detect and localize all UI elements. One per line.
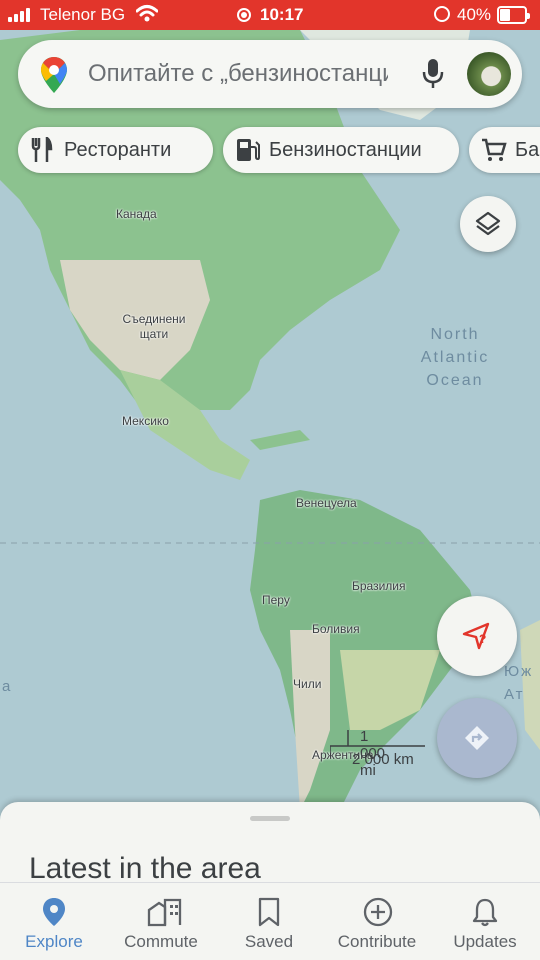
- location-unknown-icon: ?: [462, 622, 490, 650]
- chip-label: Ресторанти: [64, 139, 172, 161]
- bottom-nav: Explore Commute Saved Contribute Updates: [0, 882, 540, 960]
- commute-icon: [147, 898, 182, 927]
- scale-km: 2 000 km: [352, 751, 414, 768]
- explore-pin-icon: [43, 898, 65, 926]
- avatar[interactable]: [467, 52, 511, 96]
- sheet-handle[interactable]: [250, 816, 290, 821]
- nav-commute[interactable]: Commute: [107, 883, 215, 960]
- layers-icon: [475, 211, 501, 236]
- chip-restaurants[interactable]: Ресторанти: [18, 127, 213, 173]
- shopping-cart-icon: [482, 138, 507, 161]
- search-bar[interactable]: Опитайте с „бензиностанции“: [18, 40, 522, 108]
- battery-percent: 40%: [457, 5, 492, 24]
- nav-explore[interactable]: Explore: [0, 883, 108, 960]
- svg-text:?: ?: [479, 632, 486, 646]
- status-bar: Telenor BG 10:17 40%: [0, 0, 540, 30]
- nav-label: Contribute: [337, 932, 417, 951]
- sheet-title: Latest in the area: [29, 852, 261, 885]
- nav-contribute[interactable]: Contribute: [323, 883, 431, 960]
- nav-label: Updates: [453, 932, 517, 951]
- chip-label: Ба: [515, 139, 540, 161]
- gas-station-icon: [237, 139, 260, 161]
- status-time: 10:17: [260, 5, 304, 24]
- map-label-chile: Чили: [293, 677, 322, 691]
- carrier-name: Telenor BG: [40, 5, 126, 24]
- rotation-lock-icon: [434, 6, 450, 22]
- map-label-edge-right: Юж Ат: [504, 663, 534, 703]
- map-label-peru: Перу: [262, 593, 290, 607]
- screen-record-icon: [237, 8, 251, 22]
- map-label-venezuela: Венецуела: [296, 496, 357, 510]
- bookmark-icon: [258, 897, 280, 927]
- chip-shopping[interactable]: Ба: [469, 127, 540, 173]
- chip-gas-stations[interactable]: Бензиностанции: [223, 127, 459, 173]
- directions-button[interactable]: [437, 698, 517, 778]
- nav-label: Explore: [25, 932, 83, 951]
- map-label-usa: Съединени щати: [122, 312, 186, 341]
- layers-button[interactable]: [460, 196, 516, 252]
- nav-saved[interactable]: Saved: [215, 883, 323, 960]
- nav-updates[interactable]: Updates: [431, 883, 539, 960]
- nav-label: Saved: [244, 932, 294, 951]
- directions-icon: [465, 726, 489, 750]
- add-circle-icon: [363, 897, 393, 927]
- nav-label: Commute: [124, 932, 198, 951]
- maps-screen: Telenor BG 10:17 40% Канада Съединени ща…: [0, 0, 540, 960]
- maps-logo-icon: [41, 57, 67, 93]
- restaurant-icon: [31, 137, 53, 162]
- map-label-mexico: Мексико: [122, 414, 169, 428]
- map-label-canada: Канада: [116, 207, 157, 221]
- battery-icon: [497, 6, 530, 24]
- bell-icon: [472, 898, 498, 927]
- my-location-button[interactable]: ?: [437, 596, 517, 676]
- map-label-edge-left: a: [2, 678, 13, 695]
- search-input[interactable]: Опитайте с „бензиностанции“: [88, 60, 388, 88]
- chip-label: Бензиностанции: [269, 139, 422, 161]
- map-label-bolivia: Боливия: [312, 622, 360, 636]
- signal-icon: [8, 8, 34, 22]
- wifi-icon: [136, 5, 158, 22]
- map-label-brazil: Бразилия: [352, 579, 406, 593]
- mic-icon[interactable]: [422, 58, 444, 90]
- map-label-ocean: North Atlantic Ocean: [420, 326, 490, 389]
